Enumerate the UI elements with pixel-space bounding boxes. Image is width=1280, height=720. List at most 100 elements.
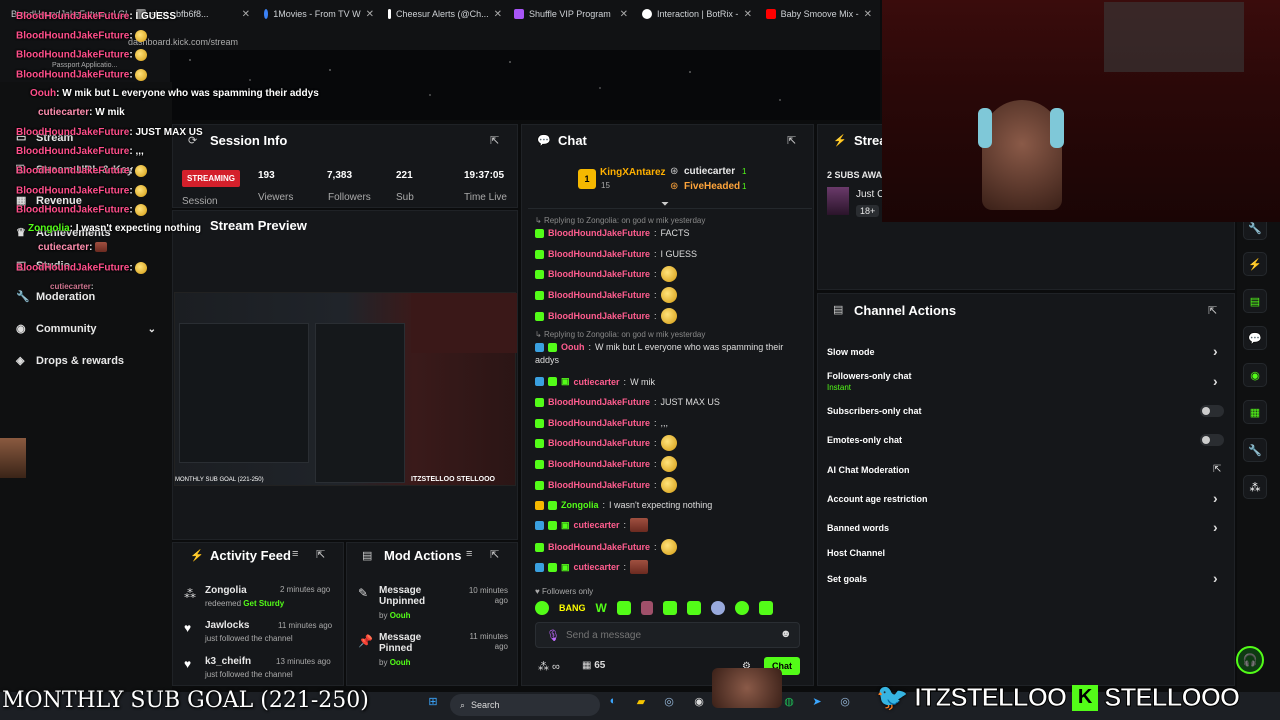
chevron-right-icon[interactable]: ›: [1213, 343, 1218, 359]
chevron-right-icon[interactable]: ›: [1213, 490, 1218, 506]
account-age-row[interactable]: Account age restriction: [827, 494, 928, 504]
chevron-right-icon[interactable]: ›: [1213, 519, 1218, 535]
emote-icon[interactable]: [616, 601, 631, 615]
top-gifter-count: 1: [742, 167, 747, 176]
activity-user[interactable]: k3_cheifn: [205, 656, 251, 667]
external-link-icon[interactable]: ⇱: [1213, 464, 1221, 475]
popout-icon[interactable]: ⇱: [490, 548, 499, 561]
emote-icon[interactable]: [535, 601, 549, 615]
activity-user[interactable]: Zongolia: [205, 585, 247, 596]
browser-tab[interactable]: Baby Smoove Mix - ✕: [760, 4, 878, 24]
sub-badge-icon: [535, 249, 544, 259]
support-icon[interactable]: 🎧: [1236, 646, 1264, 674]
twitter-icon: 🐦: [876, 682, 909, 712]
emote-icon[interactable]: [686, 601, 701, 615]
emote-icon[interactable]: BANG: [559, 603, 586, 613]
chat-message[interactable]: BloodHoundJakeFuture:: [535, 435, 677, 451]
popout-icon[interactable]: ⇱: [787, 134, 796, 147]
chat-message[interactable]: BloodHoundJakeFuture: I GUESS: [535, 249, 697, 259]
sidebar-item-moderation[interactable]: 🔧 Moderation: [16, 291, 95, 303]
obs-icon[interactable]: ◉: [690, 692, 708, 710]
subscribers-only-toggle[interactable]: [1200, 405, 1224, 417]
emote-icon[interactable]: [640, 601, 653, 615]
rail-bolt-icon[interactable]: ⚡: [1243, 252, 1267, 276]
filter-icon[interactable]: ≡: [466, 548, 472, 560]
chevron-right-icon[interactable]: ›: [1213, 570, 1218, 586]
chevron-right-icon[interactable]: ›: [1213, 373, 1218, 389]
chat-message[interactable]: Oouh: W mik but L everyone who was spamm…: [535, 342, 783, 352]
chat-message[interactable]: ▣ cutiecarter:: [535, 560, 649, 574]
rail-community-icon[interactable]: ⁂: [1243, 475, 1267, 499]
host-channel-row[interactable]: Host Channel: [827, 548, 885, 558]
rail-broadcast-icon[interactable]: ◉: [1243, 363, 1267, 387]
popout-icon[interactable]: ⇱: [316, 548, 325, 561]
ai-chat-moderation-row[interactable]: AI Chat Moderation: [827, 465, 910, 475]
chat-message[interactable]: ▣ cutiecarter:: [535, 518, 649, 532]
emote-icon[interactable]: [710, 601, 725, 615]
telegram-icon[interactable]: ➤: [808, 692, 826, 710]
close-icon[interactable]: ✕: [242, 9, 250, 20]
set-goals-row[interactable]: Set goals: [827, 574, 867, 584]
sidebar-item-community[interactable]: ◉ Community ⌄: [16, 323, 156, 335]
banned-words-row[interactable]: Banned words: [827, 523, 889, 533]
slow-mode-row[interactable]: Slow mode: [827, 347, 875, 357]
popout-icon[interactable]: ⇱: [490, 134, 499, 147]
windows-start-icon[interactable]: ⊞: [424, 692, 442, 710]
close-icon[interactable]: ✕: [366, 9, 374, 20]
top-gifter-name[interactable]: cutiecarter: [684, 166, 735, 177]
chat-message[interactable]: ▣ cutiecarter: W mik: [535, 376, 655, 387]
chat-message[interactable]: BloodHoundJakeFuture: FACTS: [535, 228, 690, 238]
popout-icon[interactable]: ⇱: [1208, 304, 1217, 317]
top-gifter-name[interactable]: KingXAntarez: [600, 167, 666, 178]
browser-tab[interactable]: 1Movies - From TV W ✕: [258, 4, 380, 24]
preview-goal-text: MONTHLY SUB GOAL (221-250): [175, 477, 264, 483]
top-gifter-name[interactable]: FiveHeaded: [684, 181, 740, 192]
sidebar-item-drops[interactable]: ◈ Drops & rewards: [16, 355, 124, 367]
mod-action-time: 11 minutes ago: [469, 632, 508, 651]
mic-icon[interactable]: 🎙: [546, 629, 560, 642]
chat-message[interactable]: BloodHoundJakeFuture:: [535, 266, 677, 282]
activity-user[interactable]: Jawlocks: [205, 620, 249, 631]
gift-icon[interactable]: ⁂ ∞: [538, 660, 560, 673]
rail-chat-icon[interactable]: 💬: [1243, 326, 1267, 350]
followers-only-row[interactable]: Followers-only chat: [827, 371, 912, 381]
chat-message[interactable]: Zongolia: I wasn't expecting nothing: [535, 500, 712, 510]
chat-message[interactable]: BloodHoundJakeFuture:: [535, 539, 677, 555]
emotes-only-toggle[interactable]: [1200, 434, 1224, 446]
steam-icon[interactable]: ◎: [836, 692, 854, 710]
chat-message[interactable]: BloodHoundJakeFuture: ,,,: [535, 418, 668, 428]
folder-icon[interactable]: ▰: [632, 692, 650, 710]
steam-icon[interactable]: ◎: [660, 692, 678, 710]
browser-tab[interactable]: Cheesur Alerts (@Ch... ✕: [382, 4, 508, 24]
close-icon[interactable]: ✕: [864, 9, 872, 20]
emoji-icon[interactable]: ☻: [780, 628, 792, 640]
close-icon[interactable]: ✕: [744, 9, 752, 20]
emote-icon[interactable]: [758, 601, 773, 615]
rail-settings-icon[interactable]: 🔧: [1243, 438, 1267, 462]
bookmark-item[interactable]: Passport Applicatio...: [52, 62, 117, 69]
chat-message[interactable]: BloodHoundJakeFuture:: [535, 456, 677, 472]
close-icon[interactable]: ✕: [494, 9, 502, 20]
browser-tab[interactable]: Interaction | BotRix - ✕: [636, 4, 758, 24]
chat-message[interactable]: BloodHoundJakeFuture: JUST MAX US: [535, 397, 720, 407]
chat-message[interactable]: BloodHoundJakeFuture:: [535, 308, 677, 324]
twitter-handle: ITZSTELLOO: [914, 682, 1068, 713]
edge-icon[interactable]: ◐: [604, 692, 622, 710]
emote-icon[interactable]: W: [596, 601, 607, 615]
rail-list-icon[interactable]: ▦: [1243, 400, 1267, 424]
stream-preview-video[interactable]: MONTHLY SUB GOAL (221-250) ITZSTELLOO ST…: [174, 292, 517, 486]
chat-message[interactable]: BloodHoundJakeFuture:: [535, 287, 677, 303]
close-icon[interactable]: ✕: [620, 9, 628, 20]
taskbar-search[interactable]: ⌕ Search: [450, 694, 600, 716]
filter-icon[interactable]: ≡: [292, 548, 298, 560]
spotify-icon[interactable]: ◍: [780, 692, 798, 710]
chat-message-input[interactable]: [566, 626, 766, 644]
chat-message[interactable]: BloodHoundJakeFuture:: [535, 477, 677, 493]
browser-tab[interactable]: Shuffle VIP Program ✕: [508, 4, 634, 24]
emote-icon[interactable]: [734, 601, 749, 615]
rail-doc-icon[interactable]: ▤: [1243, 289, 1267, 313]
emote-icon: [660, 456, 677, 472]
chat-input-box[interactable]: 🎙 ☻: [535, 622, 800, 648]
chat-mode-label: ♥ Followers only: [535, 587, 594, 596]
emote-icon[interactable]: [662, 601, 677, 615]
